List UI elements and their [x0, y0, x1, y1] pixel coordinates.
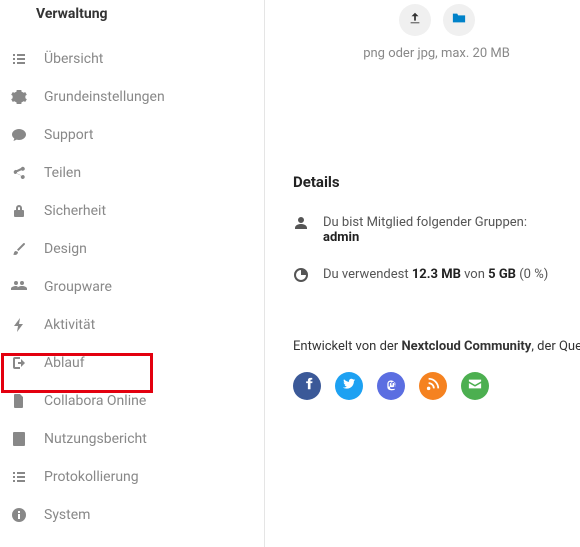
sidebar: Verwaltung Übersicht Grundeinstellungen …: [0, 0, 265, 547]
sidebar-item-label: Teilen: [44, 165, 81, 181]
list-lines-icon: [10, 468, 28, 486]
share-icon: [10, 164, 28, 182]
person-icon: [293, 215, 309, 231]
sidebar-item-design[interactable]: Design: [0, 230, 264, 268]
sidebar-item-security[interactable]: Sicherheit: [0, 192, 264, 230]
facebook-link[interactable]: [293, 372, 321, 400]
mastodon-link[interactable]: [377, 372, 405, 400]
credits-text: Entwickelt von der Nextcloud Community, …: [293, 339, 580, 354]
group-icon: [10, 278, 28, 296]
sidebar-item-usage-report[interactable]: Nutzungsbericht: [0, 420, 264, 458]
sidebar-item-label: Support: [44, 127, 93, 143]
sidebar-item-collabora[interactable]: Collabora Online: [0, 382, 264, 420]
rss-link[interactable]: [419, 372, 447, 400]
details-title: Details: [293, 173, 580, 191]
lock-icon: [10, 202, 28, 220]
detail-membership: Du bist Mitglied folgender Gruppen: admi…: [293, 215, 580, 245]
sidebar-item-groupware[interactable]: Groupware: [0, 268, 264, 306]
list-icon: [10, 50, 28, 68]
sidebar-item-label: Grundeinstellungen: [44, 89, 165, 105]
sidebar-item-label: Ablauf: [44, 355, 85, 371]
flow-icon: [10, 354, 28, 372]
chat-icon: [10, 126, 28, 144]
sidebar-item-logging[interactable]: Protokollierung: [0, 458, 264, 496]
detail-usage-text: Du verwendest 12.3 MB von 5 GB (0 %): [323, 267, 548, 282]
upload-buttons: [293, 4, 580, 36]
folder-icon: [452, 11, 466, 29]
report-icon: [10, 430, 28, 448]
upload-hint: png oder jpg, max. 20 MB: [293, 46, 580, 61]
sidebar-item-label: Design: [44, 241, 87, 257]
sidebar-item-system[interactable]: System: [0, 496, 264, 534]
details-section: Details Du bist Mitglied folgender Grupp…: [293, 173, 580, 400]
mail-icon: [468, 377, 482, 395]
pick-folder-button[interactable]: [443, 4, 475, 36]
document-icon: [10, 392, 28, 410]
pie-icon: [293, 267, 309, 283]
sidebar-item-label: Übersicht: [44, 51, 103, 67]
sidebar-item-basic-settings[interactable]: Grundeinstellungen: [0, 78, 264, 116]
sidebar-item-share[interactable]: Teilen: [0, 154, 264, 192]
info-icon: [10, 506, 28, 524]
sidebar-item-label: Sicherheit: [44, 203, 106, 219]
upload-icon: [408, 11, 422, 29]
sidebar-item-label: System: [44, 507, 90, 523]
upload-button[interactable]: [399, 4, 431, 36]
twitter-link[interactable]: [335, 372, 363, 400]
email-link[interactable]: [461, 372, 489, 400]
sidebar-item-activity[interactable]: Aktivität: [0, 306, 264, 344]
sidebar-item-support[interactable]: Support: [0, 116, 264, 154]
mastodon-icon: [384, 377, 398, 395]
social-links: [293, 372, 580, 400]
rss-icon: [426, 377, 440, 395]
sidebar-item-flow[interactable]: Ablauf: [0, 344, 264, 382]
sidebar-item-overview[interactable]: Übersicht: [0, 40, 264, 78]
sidebar-item-label: Nutzungsbericht: [44, 431, 147, 447]
sidebar-item-label: Protokollierung: [44, 469, 139, 485]
sidebar-item-label: Collabora Online: [44, 393, 146, 409]
sidebar-item-label: Aktivität: [44, 317, 95, 333]
lightning-icon: [10, 316, 28, 334]
gear-icon: [10, 88, 28, 106]
facebook-icon: [300, 377, 314, 395]
detail-membership-text: Du bist Mitglied folgender Gruppen: admi…: [323, 215, 527, 245]
sidebar-section-title: Verwaltung: [0, 2, 264, 40]
main-content: png oder jpg, max. 20 MB Details Du bist…: [265, 0, 580, 547]
brush-icon: [10, 240, 28, 258]
detail-usage: Du verwendest 12.3 MB von 5 GB (0 %): [293, 267, 580, 283]
sidebar-item-label: Groupware: [44, 279, 112, 295]
twitter-icon: [342, 377, 356, 395]
